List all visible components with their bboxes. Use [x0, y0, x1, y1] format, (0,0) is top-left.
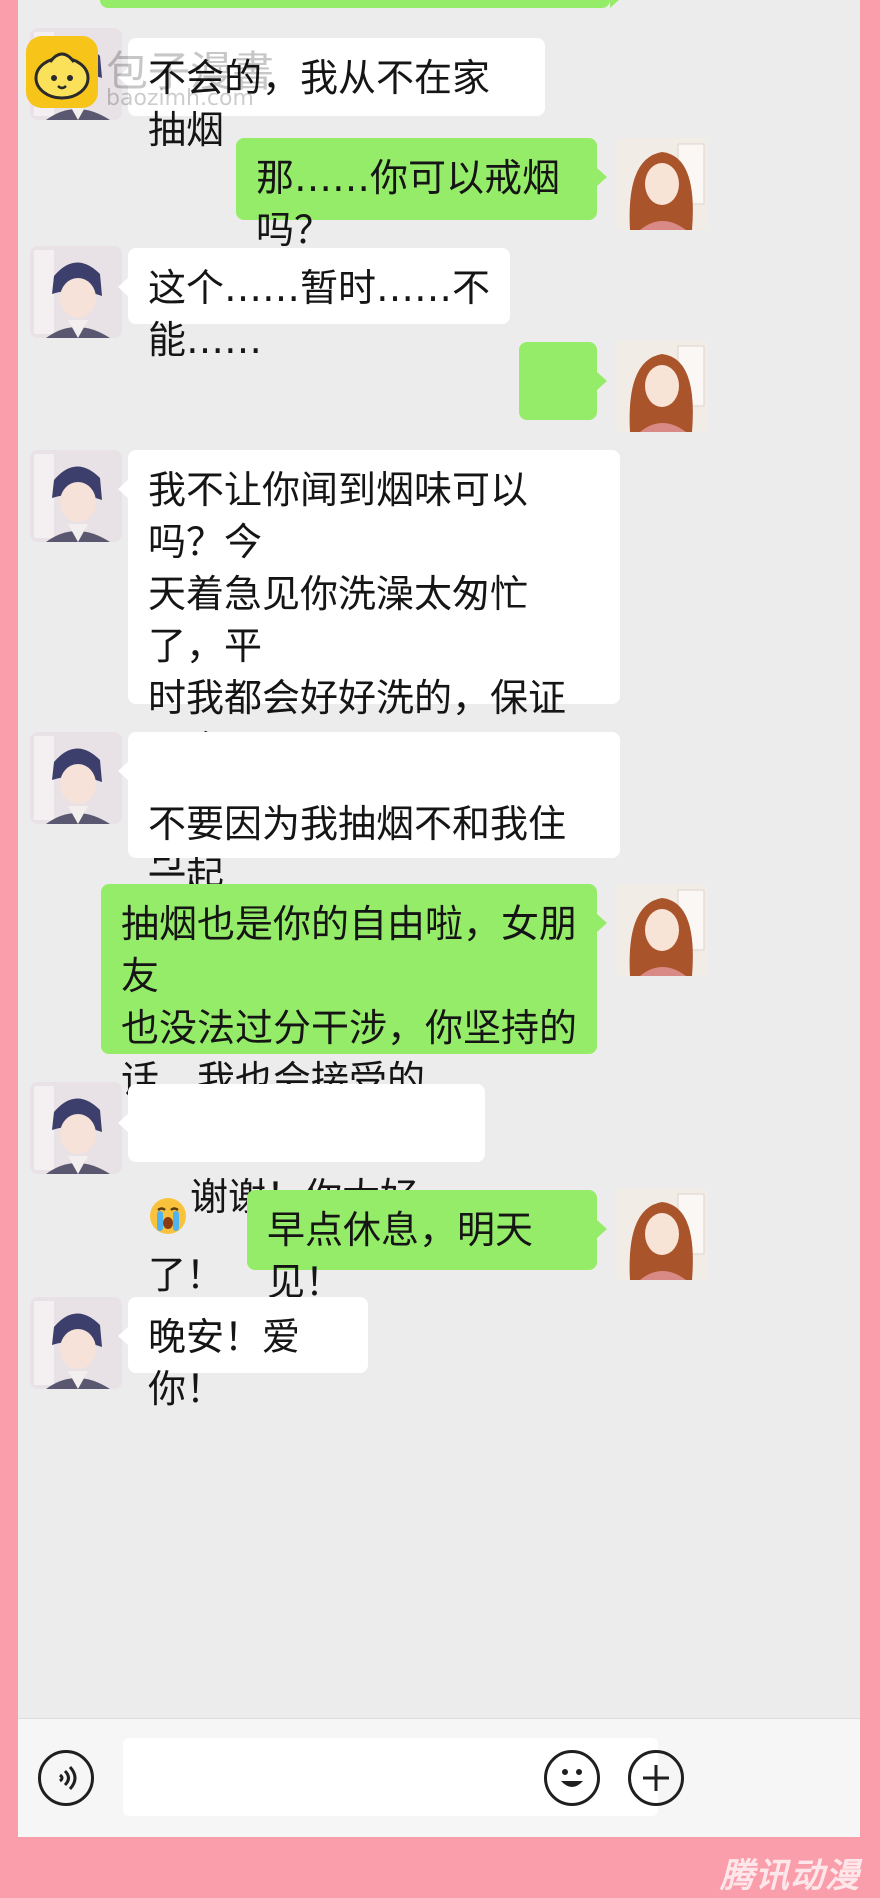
message-bubble[interactable]: 抽烟也是你的自由啦，女朋友 也没法过分干涉，你坚持的 话，我也会接受的: [101, 884, 607, 1102]
emoji-icon: [561, 1769, 583, 1787]
boyfriend-avatar[interactable]: [30, 1297, 122, 1389]
emoji-button[interactable]: [544, 1750, 600, 1806]
message-bubble[interactable]: [519, 342, 607, 507]
my-avatar[interactable]: [616, 340, 708, 432]
partial-message-bubble: [100, 0, 620, 8]
my-avatar[interactable]: [616, 1188, 708, 1280]
my-avatar[interactable]: [616, 884, 708, 976]
message-bubble[interactable]: 我不让你闻到烟味可以吗？今 天着急见你洗澡太匆忙了，平 时我都会好好洗的，保证不…: [118, 450, 620, 928]
watermark-site-url: baozimh.com: [106, 86, 254, 111]
message-bubble[interactable]: 这个……暂时……不能……: [118, 248, 510, 362]
boyfriend-avatar[interactable]: [30, 1082, 122, 1174]
voice-button[interactable]: [38, 1750, 94, 1806]
boyfriend-avatar[interactable]: [30, 450, 122, 542]
plus-button[interactable]: [628, 1750, 684, 1806]
boyfriend-avatar[interactable]: [30, 246, 122, 338]
message-bubble[interactable]: 那……你可以戒烟吗？: [236, 138, 607, 252]
my-avatar[interactable]: [616, 138, 708, 230]
baozi-logo: [26, 36, 98, 108]
message-bubble[interactable]: 早点休息，明天见！: [247, 1190, 607, 1304]
message-bubble[interactable]: 不要因为我抽烟不和我住一起 好不好……: [118, 732, 620, 986]
plus-icon: [643, 1765, 669, 1791]
crying-face-emoji: [148, 1144, 188, 1249]
message-bubble[interactable]: 晚安！爱你！: [118, 1297, 368, 1411]
corner-watermark: 腾讯动漫: [720, 1856, 860, 1896]
chat-input-bar: [18, 1718, 860, 1837]
voice-icon: [59, 1765, 77, 1791]
chat-screen: 不会的，我从不在家抽烟 那……你可以戒烟吗？ 这个……暂时……不能…… 我不让你…: [18, 0, 860, 1837]
boyfriend-avatar[interactable]: [30, 732, 122, 824]
message-bubble[interactable]: 谢谢！你太好了！: [118, 1084, 485, 1297]
